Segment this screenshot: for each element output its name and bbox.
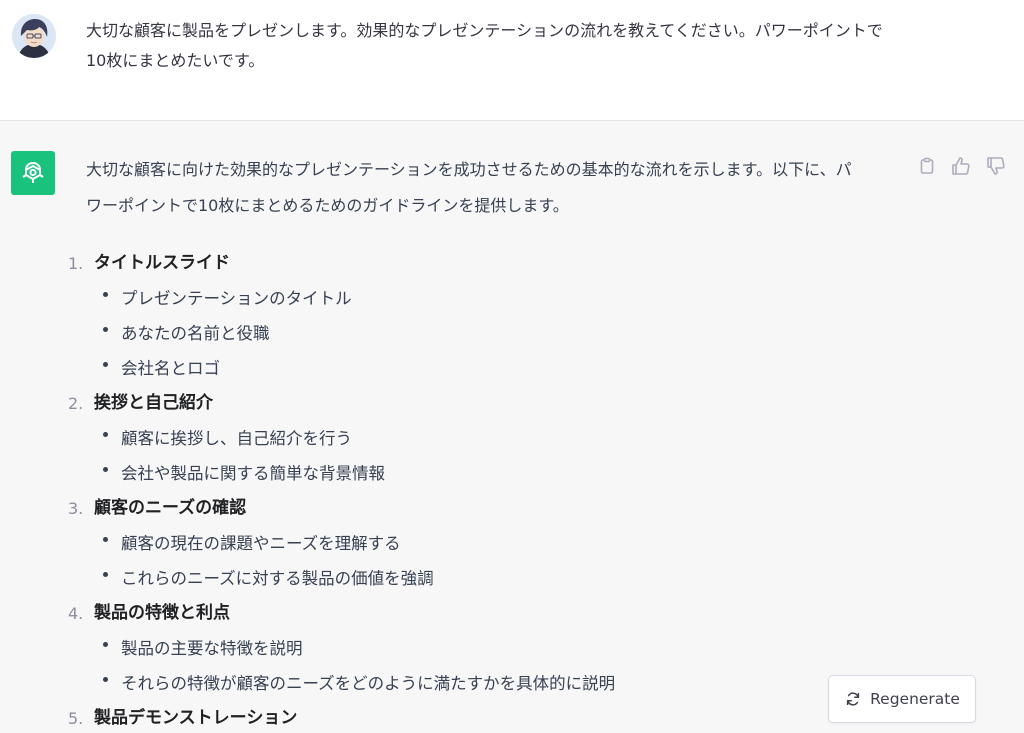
bullet-dot [103, 362, 108, 367]
user-avatar [12, 14, 56, 58]
bullet-dot [103, 292, 108, 297]
assistant-intro-line1: 大切な顧客に向けた効果的なプレゼンテーションを成功させるための基本的な流れを示し… [86, 160, 852, 179]
regenerate-label: Regenerate [870, 690, 960, 708]
user-avatar-illustration [12, 14, 56, 58]
user-message-line1: 大切な顧客に製品をプレゼンします。効果的なプレゼンテーションの流れを教えてくださ… [86, 21, 883, 40]
list-bullet: 顧客の現在の課題やニーズを理解する [121, 534, 401, 553]
list-item-title: タイトルスライド [94, 253, 230, 273]
message-actions [914, 155, 1014, 179]
list-item-title: 製品の特徴と利点 [94, 603, 230, 623]
list-bullet: 会社や製品に関する簡単な背景情報 [121, 464, 385, 483]
refresh-icon [844, 690, 862, 708]
chat-page: 大切な顧客に製品をプレゼンします。効果的なプレゼンテーションの流れを教えてくださ… [0, 0, 1024, 733]
list-item-number: 5. [68, 709, 84, 728]
thumbs-up-button[interactable] [950, 155, 972, 177]
clipboard-icon [920, 157, 934, 174]
bullet-dot [103, 327, 108, 332]
bullet-dot [103, 572, 108, 577]
user-message-row: 大切な顧客に製品をプレゼンします。効果的なプレゼンテーションの流れを教えてくださ… [0, 0, 1024, 121]
list-item-title: 挨拶と自己紹介 [94, 393, 213, 413]
assistant-intro-text: 大切な顧客に向けた効果的なプレゼンテーションを成功させるための基本的な流れを示し… [86, 152, 908, 224]
openai-logo-icon [22, 162, 44, 183]
thumbs-down-button[interactable] [985, 155, 1007, 177]
list-item-title: 顧客のニーズの確認 [94, 498, 247, 518]
copy-button[interactable] [916, 155, 938, 177]
list-item-number: 4. [68, 604, 84, 623]
list-item-number: 3. [68, 499, 84, 518]
bullet-dot [103, 642, 108, 647]
list-item-number: 1. [68, 254, 84, 273]
assistant-intro-line2: ワーポイントで10枚にまとめるためのガイドラインを提供します。 [86, 196, 569, 215]
regenerate-button[interactable]: Regenerate [828, 675, 976, 723]
thumbs-up-icon [952, 157, 970, 175]
list-bullet: プレゼンテーションのタイトル [121, 289, 352, 308]
list-item-title: 製品デモンストレーション [94, 708, 298, 728]
list-bullet: 会社名とロゴ [121, 359, 220, 378]
list-bullet: それらの特徴が顧客のニーズをどのように満たすかを具体的に説明 [121, 674, 616, 693]
assistant-logo [11, 151, 55, 195]
thumbs-down-icon [987, 157, 1005, 175]
bullet-dot [103, 537, 108, 542]
user-message-line2: 10枚にまとめたいです。 [86, 51, 265, 70]
list-item-number: 2. [68, 394, 84, 413]
bullet-dot [103, 677, 108, 682]
bullet-dot [103, 467, 108, 472]
list-bullet: これらのニーズに対する製品の価値を強調 [121, 569, 434, 588]
list-bullet: 顧客に挨拶し、自己紹介を行う [121, 429, 352, 448]
user-message-text: 大切な顧客に製品をプレゼンします。効果的なプレゼンテーションの流れを教えてくださ… [86, 16, 906, 76]
bullet-dot [103, 432, 108, 437]
list-bullet: あなたの名前と役職 [121, 324, 270, 343]
list-bullet: 製品の主要な特徴を説明 [121, 639, 303, 658]
